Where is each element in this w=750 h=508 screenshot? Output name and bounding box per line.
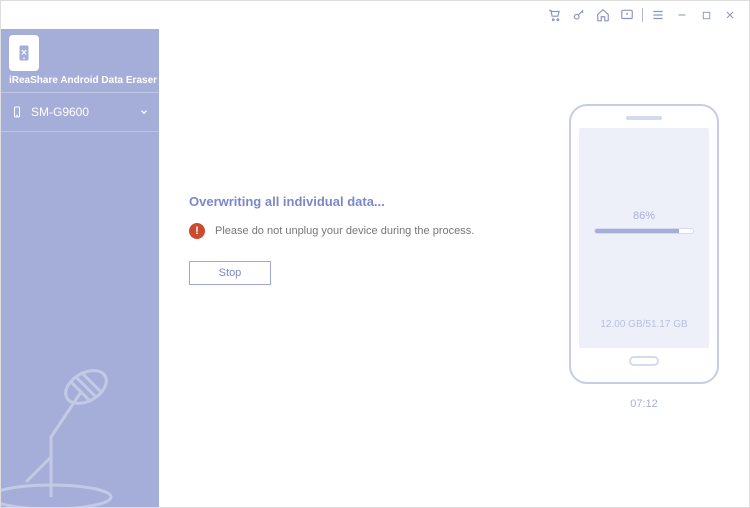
phone-screen: 86% 12.00 GB/51.17 GB [579,128,709,348]
progress-percent: 86% [633,210,655,222]
progress-fill [595,229,679,233]
progress-bar [594,228,694,234]
close-icon[interactable] [719,4,741,26]
stop-button[interactable]: Stop [189,261,271,285]
app-logo-icon [9,35,39,71]
warning-row: ! Please do not unplug your device durin… [189,223,519,239]
body: iReaShare Android Data Eraser SM-G9600 O… [1,29,749,507]
app-name: iReaShare Android Data Eraser [9,75,151,86]
phone-preview: 86% 12.00 GB/51.17 GB 07:12 [569,104,719,410]
logo-block: iReaShare Android Data Eraser [1,29,159,92]
menu-icon[interactable] [647,4,669,26]
phone-icon [11,103,23,121]
phone-speaker [626,116,662,120]
chevron-down-icon [139,107,149,117]
minimize-icon[interactable] [671,4,693,26]
key-icon[interactable] [568,4,590,26]
feedback-icon[interactable] [616,4,638,26]
status-panel: Overwriting all individual data... ! Ple… [189,194,519,285]
sidebar: iReaShare Android Data Eraser SM-G9600 [1,29,159,507]
sidebar-decoration-icon [1,347,151,507]
home-icon[interactable] [592,4,614,26]
storage-label: 12.00 GB/51.17 GB [600,319,687,330]
status-title: Overwriting all individual data... [189,194,519,209]
phone-frame: 86% 12.00 GB/51.17 GB [569,104,719,384]
phone-home-button [629,356,659,366]
main-content: Overwriting all individual data... ! Ple… [159,29,749,507]
titlebar [1,1,749,29]
cart-icon[interactable] [544,4,566,26]
warning-text: Please do not unplug your device during … [215,225,474,237]
elapsed-time: 07:12 [630,398,658,410]
warning-icon: ! [189,223,205,239]
maximize-icon[interactable] [695,4,717,26]
device-name: SM-G9600 [31,105,131,119]
separator [642,8,643,22]
device-selector[interactable]: SM-G9600 [1,92,159,132]
